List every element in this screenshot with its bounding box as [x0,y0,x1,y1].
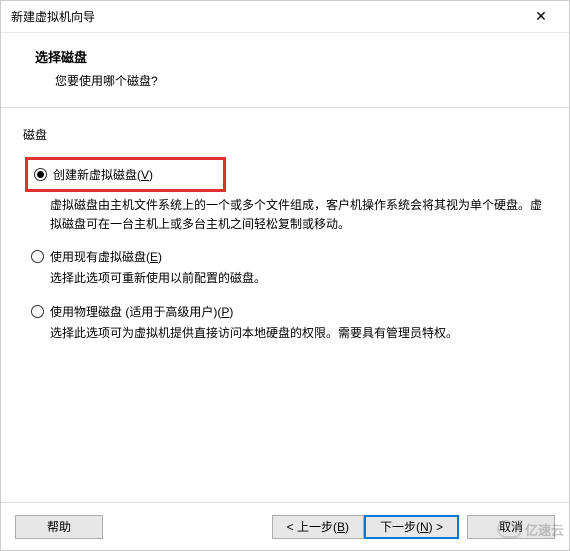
radio-label: 使用现有虚拟磁盘(E) [50,248,162,265]
titlebar: 新建虚拟机向导 ✕ [1,1,569,33]
next-button[interactable]: 下一步(N) > [364,515,459,539]
help-button[interactable]: 帮助 [15,515,103,539]
cancel-button[interactable]: 取消 [467,515,555,539]
wizard-window: 新建虚拟机向导 ✕ 选择磁盘 您要使用哪个磁盘? 磁盘 创建新虚拟磁盘(V) 虚… [0,0,570,551]
radio-item-create-new: 创建新虚拟磁盘(V) 虚拟磁盘由主机文件系统上的一个或多个文件组成，客户机操作系… [31,157,547,234]
radio-item-use-existing: 使用现有虚拟磁盘(E) 选择此选项可重新使用以前配置的磁盘。 [31,248,547,288]
footer: 帮助 < 上一步(B) 下一步(N) > 取消 [1,502,569,550]
content-area: 磁盘 创建新虚拟磁盘(V) 虚拟磁盘由主机文件系统上的一个或多个文件组成，客户机… [1,108,569,502]
group-label: 磁盘 [23,126,547,143]
radio-desc: 选择此选项可重新使用以前配置的磁盘。 [31,269,547,288]
radio-icon [34,168,47,181]
radio-item-physical: 使用物理磁盘 (适用于高级用户)(P) 选择此选项可为虚拟机提供直接访问本地硬盘… [31,303,547,343]
wizard-header: 选择磁盘 您要使用哪个磁盘? [1,33,569,108]
radio-label: 使用物理磁盘 (适用于高级用户)(P) [50,303,233,320]
radio-physical[interactable]: 使用物理磁盘 (适用于高级用户)(P) [31,303,547,320]
highlight-box: 创建新虚拟磁盘(V) [25,157,226,192]
close-button[interactable]: ✕ [521,2,561,32]
radio-desc: 选择此选项可为虚拟机提供直接访问本地硬盘的权限。需要具有管理员特权。 [31,324,547,343]
back-button[interactable]: < 上一步(B) [272,515,364,539]
radio-use-existing[interactable]: 使用现有虚拟磁盘(E) [31,248,547,265]
radio-icon [31,250,44,263]
radio-desc: 虚拟磁盘由主机文件系统上的一个或多个文件组成，客户机操作系统会将其视为单个硬盘。… [31,196,547,234]
radio-icon [31,305,44,318]
close-icon: ✕ [535,8,547,25]
disk-radio-group: 创建新虚拟磁盘(V) 虚拟磁盘由主机文件系统上的一个或多个文件组成，客户机操作系… [23,157,547,343]
window-title: 新建虚拟机向导 [11,8,95,25]
header-title: 选择磁盘 [35,47,547,66]
header-subtitle: 您要使用哪个磁盘? [35,72,547,89]
radio-create-new[interactable]: 创建新虚拟磁盘(V) [34,166,153,183]
radio-label: 创建新虚拟磁盘(V) [53,166,153,183]
